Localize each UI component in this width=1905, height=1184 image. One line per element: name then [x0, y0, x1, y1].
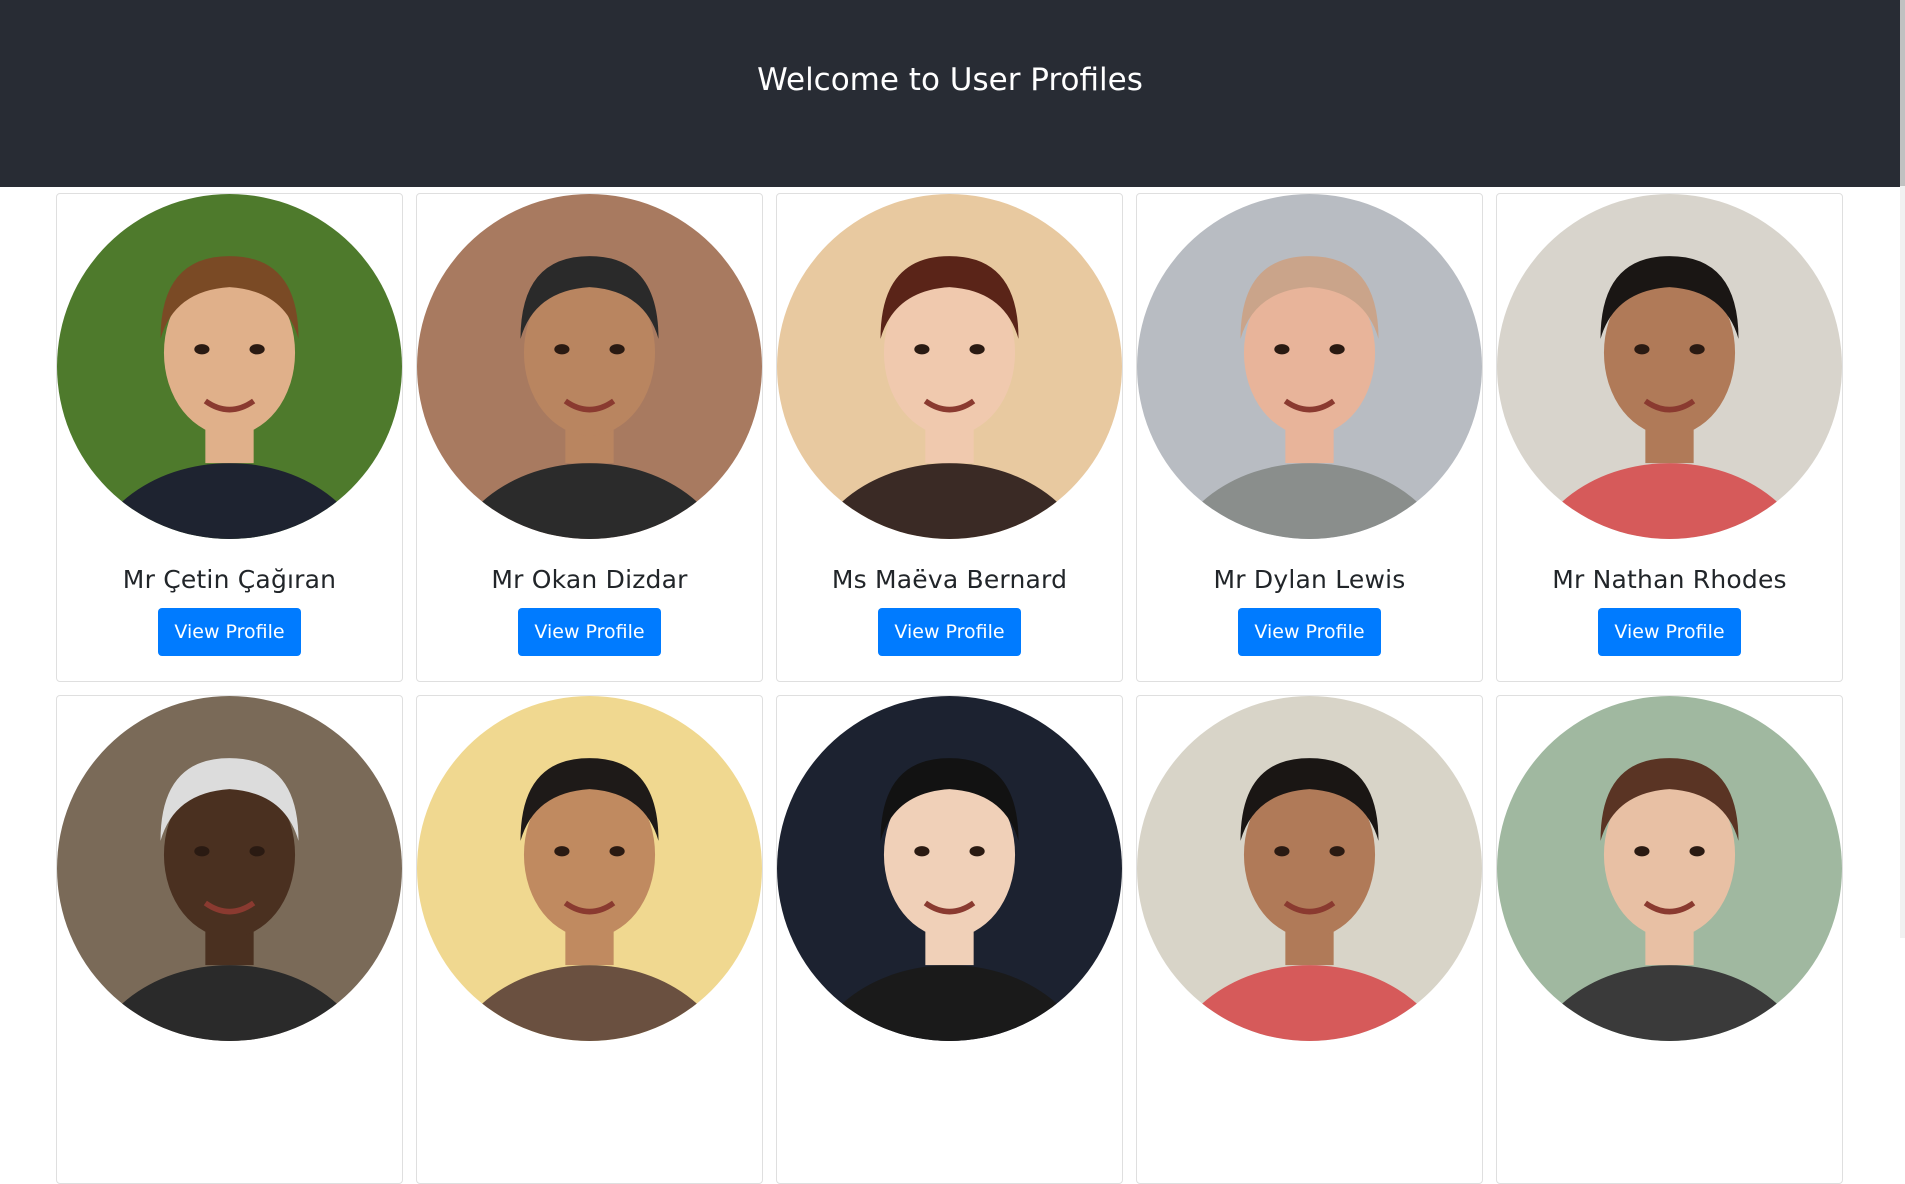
profile-card: Mr Çetin Çağıran View Profile: [56, 193, 403, 682]
scrollbar-thumb[interactable]: [1900, 0, 1905, 186]
profile-avatar: [417, 194, 762, 539]
view-profile-button[interactable]: View Profile: [158, 608, 301, 656]
profile-avatar: [1137, 696, 1482, 1041]
profile-avatar: [777, 696, 1122, 1041]
profile-card: Mr Okan Dizdar View Profile: [416, 193, 763, 682]
profile-avatar: [1497, 194, 1842, 539]
profile-grid: Mr Çetin Çağıran View Profile Mr Okan Dizd…: [56, 193, 1843, 1184]
profile-name: Mr Dylan Lewis: [1213, 565, 1406, 594]
profile-card: [56, 695, 403, 1184]
profile-avatar: [1137, 194, 1482, 539]
profile-card: [416, 695, 763, 1184]
profile-avatar: [777, 194, 1122, 539]
page-header: Welcome to User Profiles: [0, 0, 1900, 187]
view-profile-button[interactable]: View Profile: [1598, 608, 1741, 656]
scrollbar[interactable]: [1900, 0, 1905, 938]
page-title: Welcome to User Profiles: [757, 61, 1143, 98]
profile-name: Ms Maëva Bernard: [831, 565, 1068, 594]
profile-name: Mr Nathan Rhodes: [1552, 565, 1787, 594]
profile-avatar: [57, 696, 402, 1041]
profile-card: [1496, 695, 1843, 1184]
profile-avatar: [417, 696, 762, 1041]
view-profile-button[interactable]: View Profile: [518, 608, 661, 656]
profile-card: Ms Maëva Bernard View Profile: [776, 193, 1123, 682]
profile-name: Mr Okan Dizdar: [491, 565, 688, 594]
profile-name: Mr Çetin Çağıran: [122, 565, 337, 594]
view-profile-button[interactable]: View Profile: [878, 608, 1021, 656]
profile-card: [1136, 695, 1483, 1184]
profile-card: Mr Nathan Rhodes View Profile: [1496, 193, 1843, 682]
view-profile-button[interactable]: View Profile: [1238, 608, 1381, 656]
profile-avatar: [1497, 696, 1842, 1041]
profile-card: [776, 695, 1123, 1184]
profile-avatar: [57, 194, 402, 539]
profile-card: Mr Dylan Lewis View Profile: [1136, 193, 1483, 682]
